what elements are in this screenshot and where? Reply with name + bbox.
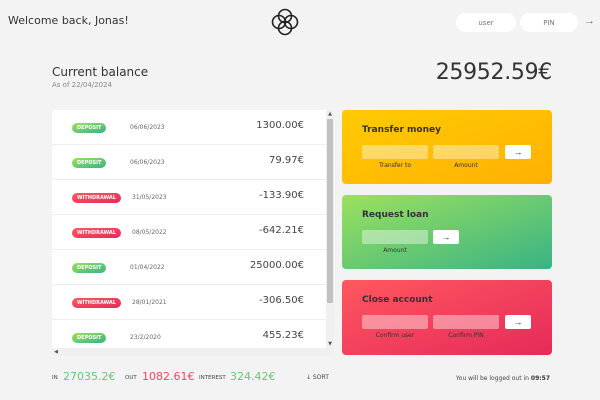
loan-submit-button[interactable]: → (433, 230, 459, 244)
vertical-scrollbar[interactable]: ▲ ▼ (326, 110, 334, 348)
scroll-left-icon[interactable]: ◀ (52, 348, 60, 356)
scroll-down-icon[interactable]: ▼ (326, 340, 334, 348)
movement-row: DEPOSIT 06/06/2023 1300.00€ (52, 110, 326, 145)
movement-value: -133.90€ (259, 190, 304, 201)
horizontal-scrollbar[interactable]: ◀ (52, 348, 334, 356)
loan-amount-input[interactable] (362, 230, 428, 244)
movement-date: 28/01/2021 (132, 299, 167, 306)
movement-type-badge: DEPOSIT (72, 333, 107, 343)
movement-value: 455.23€ (262, 330, 304, 341)
movement-row: DEPOSIT 01/04/2022 25000.00€ (52, 250, 326, 285)
loan-title: Request loan (362, 210, 429, 220)
balance-label: Current balance (52, 65, 149, 79)
movement-value: 1300.00€ (256, 120, 304, 131)
scroll-up-icon[interactable]: ▲ (326, 110, 334, 118)
confirm-user-label: Confirm user (375, 332, 415, 339)
movement-value: -642.21€ (259, 225, 304, 236)
arrow-right-icon: → (584, 15, 595, 27)
transfer-amount-input[interactable] (433, 145, 499, 159)
movement-type-badge: DEPOSIT (72, 263, 107, 273)
loan-amount-label: Amount (383, 247, 407, 254)
transfer-amount-label: Amount (454, 162, 478, 169)
movement-date: 23/2/2020 (130, 334, 161, 341)
summary-interest-label: INTEREST (199, 375, 226, 381)
balance-value: 25952.59€ (435, 60, 553, 85)
movements-panel: DEPOSIT 06/06/2023 1300.00€ DEPOSIT 06/0… (52, 110, 334, 356)
movement-row: WITHDRAWAL 28/01/2021 -306.50€ (52, 285, 326, 320)
movement-row: DEPOSIT 23/2/2020 455.23€ (52, 320, 326, 348)
movement-date: 01/04/2022 (130, 264, 165, 271)
transfer-to-label: Transfer to (378, 162, 412, 169)
logout-time: 09:57 (530, 375, 550, 382)
confirm-pin-label: Confirm PIN (448, 332, 484, 339)
movement-type-badge: DEPOSIT (72, 158, 107, 168)
summary-out-label: OUT (125, 375, 137, 381)
bank-logo-icon (271, 8, 299, 36)
logout-timer: You will be logged out in 09:57 (456, 375, 550, 382)
transfer-panel: Transfer money → Transfer to Amount (342, 110, 552, 184)
summary-interest-value: 324.42€ (230, 370, 276, 383)
close-submit-button[interactable]: → (505, 315, 531, 329)
summary-in-label: IN (52, 375, 58, 381)
scrollbar-thumb[interactable] (327, 119, 333, 303)
movement-value: 79.97€ (269, 155, 304, 166)
confirm-pin-input[interactable] (433, 315, 499, 329)
movement-type-badge: WITHDRAWAL (72, 193, 121, 203)
login-pin-input[interactable] (520, 13, 578, 32)
movements-list: DEPOSIT 06/06/2023 1300.00€ DEPOSIT 06/0… (52, 110, 326, 348)
movement-value: -306.50€ (259, 295, 304, 306)
login-button[interactable]: → (584, 15, 595, 27)
confirm-user-input[interactable] (362, 315, 428, 329)
transfer-submit-button[interactable]: → (505, 145, 531, 159)
movement-type-badge: WITHDRAWAL (72, 228, 121, 238)
movement-row: WITHDRAWAL 08/05/2022 -642.21€ (52, 215, 326, 250)
movement-date: 06/06/2023 (130, 159, 165, 166)
movement-date: 06/06/2023 (130, 124, 165, 131)
movement-type-badge: DEPOSIT (72, 123, 107, 133)
balance-date: As of 22/04/2024 (52, 81, 112, 89)
movement-row: WITHDRAWAL 31/05/2023 -133.90€ (52, 180, 326, 215)
movement-value: 25000.00€ (249, 260, 304, 271)
movement-type-badge: WITHDRAWAL (72, 298, 121, 308)
top-nav: Welcome back, Jonas! → (0, 0, 600, 44)
logout-text: You will be logged out in (455, 375, 529, 382)
transfer-to-input[interactable] (362, 145, 428, 159)
loan-panel: Request loan → Amount (342, 195, 552, 269)
transfer-title: Transfer money (362, 125, 441, 135)
movement-date: 31/05/2023 (132, 194, 167, 201)
welcome-message: Welcome back, Jonas! (8, 14, 129, 27)
sort-button[interactable]: ↓ SORT (306, 374, 329, 381)
summary-in-value: 27035.2€ (63, 370, 116, 383)
movement-date: 08/05/2022 (132, 229, 167, 236)
summary-out-value: 1082.61€ (142, 370, 195, 383)
movement-row: DEPOSIT 06/06/2023 79.97€ (52, 145, 326, 180)
close-title: Close account (362, 295, 433, 305)
login-user-input[interactable] (456, 13, 516, 32)
close-account-panel: Close account → Confirm user Confirm PIN (342, 280, 552, 355)
